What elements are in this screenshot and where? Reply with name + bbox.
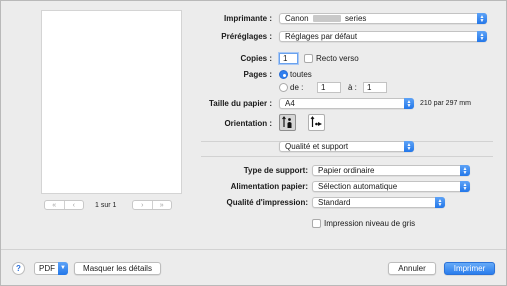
- select-arrows-icon: ▲ ▼: [460, 165, 470, 176]
- print-dialog: « ‹ 1 sur 1 › » Imprimante : Canon serie…: [0, 0, 507, 286]
- chevron-down-icon: ▼: [58, 262, 68, 275]
- presets-select[interactable]: Réglages par défaut ▲ ▼: [279, 31, 487, 42]
- print-quality-select[interactable]: Standard ▲ ▼: [312, 197, 445, 208]
- paper-source-label: Alimentation papier:: [230, 182, 308, 191]
- page-indicator: 1 sur 1: [95, 202, 117, 209]
- pages-to-field[interactable]: 1: [363, 82, 387, 93]
- portrait-button[interactable]: [279, 114, 296, 131]
- media-type-select[interactable]: Papier ordinaire ▲ ▼: [312, 165, 470, 176]
- first-page-button[interactable]: «: [45, 201, 64, 209]
- pager-forward-group: › »: [132, 200, 172, 210]
- pages-range-radio[interactable]: [279, 83, 288, 92]
- pdf-menu-button[interactable]: PDF ▼: [34, 262, 68, 275]
- printer-value-prefix: Canon: [285, 14, 309, 23]
- select-arrows-icon: ▲ ▼: [435, 197, 445, 208]
- pager-back-group: « ‹: [44, 200, 84, 210]
- landscape-icon: [310, 116, 322, 127]
- pdf-label: PDF: [39, 264, 55, 273]
- media-type-label: Type de support:: [243, 166, 308, 175]
- print-quality-value: Standard: [318, 198, 351, 207]
- paper-size-label: Taille du papier :: [209, 99, 272, 108]
- paper-size-value: A4: [285, 99, 295, 108]
- redacted-model: [312, 15, 341, 23]
- orientation-label: Orientation :: [224, 119, 272, 128]
- cancel-button[interactable]: Annuler: [388, 262, 436, 275]
- paper-dimensions: 210 par 297 mm: [420, 100, 471, 107]
- print-button[interactable]: Imprimer: [444, 262, 495, 275]
- paper-source-value: Sélection automatique: [318, 182, 398, 191]
- pages-to-label: à :: [348, 83, 357, 92]
- previous-page-button[interactable]: ‹: [63, 201, 84, 209]
- presets-value: Réglages par défaut: [285, 32, 358, 41]
- printer-value-suffix: series: [345, 14, 367, 23]
- select-arrows-icon: ▲ ▼: [477, 13, 487, 24]
- grayscale-checkbox[interactable]: [312, 219, 321, 228]
- paper-size-select[interactable]: A4 ▲ ▼: [279, 98, 414, 109]
- select-arrows-icon: ▲ ▼: [477, 31, 487, 42]
- pages-from-label: de :: [290, 83, 304, 92]
- paper-source-select[interactable]: Sélection automatique ▲ ▼: [312, 181, 470, 192]
- pages-all-radio[interactable]: [279, 70, 288, 79]
- select-arrows-icon: ▲ ▼: [460, 181, 470, 192]
- section-select[interactable]: Qualité et support ▲ ▼: [279, 141, 414, 152]
- grayscale-label: Impression niveau de gris: [324, 219, 416, 228]
- media-type-value: Papier ordinaire: [318, 166, 375, 175]
- separator: [201, 156, 493, 157]
- printer-select[interactable]: Canon series ▲ ▼: [279, 13, 487, 24]
- pages-from-field[interactable]: 1: [317, 82, 341, 93]
- print-quality-label: Qualité d'impression:: [226, 198, 308, 207]
- select-arrows-icon: ▲ ▼: [404, 141, 414, 152]
- pages-all-label: toutes: [290, 70, 312, 79]
- copies-label: Copies :: [240, 54, 272, 63]
- page-preview: [41, 10, 182, 194]
- printer-label: Imprimante :: [223, 14, 272, 23]
- portrait-icon: [282, 116, 292, 128]
- select-arrows-icon: ▲ ▼: [404, 98, 414, 109]
- help-button[interactable]: ?: [12, 262, 25, 275]
- next-page-button[interactable]: ›: [133, 201, 152, 209]
- duplex-label: Recto verso: [316, 54, 359, 63]
- pages-label: Pages :: [243, 70, 272, 79]
- hide-details-button[interactable]: Masquer les détails: [74, 262, 161, 275]
- landscape-button[interactable]: [308, 114, 325, 131]
- copies-field[interactable]: 1: [279, 53, 298, 64]
- section-value: Qualité et support: [285, 142, 349, 151]
- duplex-checkbox[interactable]: [304, 54, 313, 63]
- last-page-button[interactable]: »: [151, 201, 172, 209]
- footer-separator: [1, 249, 506, 250]
- presets-label: Préréglages :: [221, 32, 272, 41]
